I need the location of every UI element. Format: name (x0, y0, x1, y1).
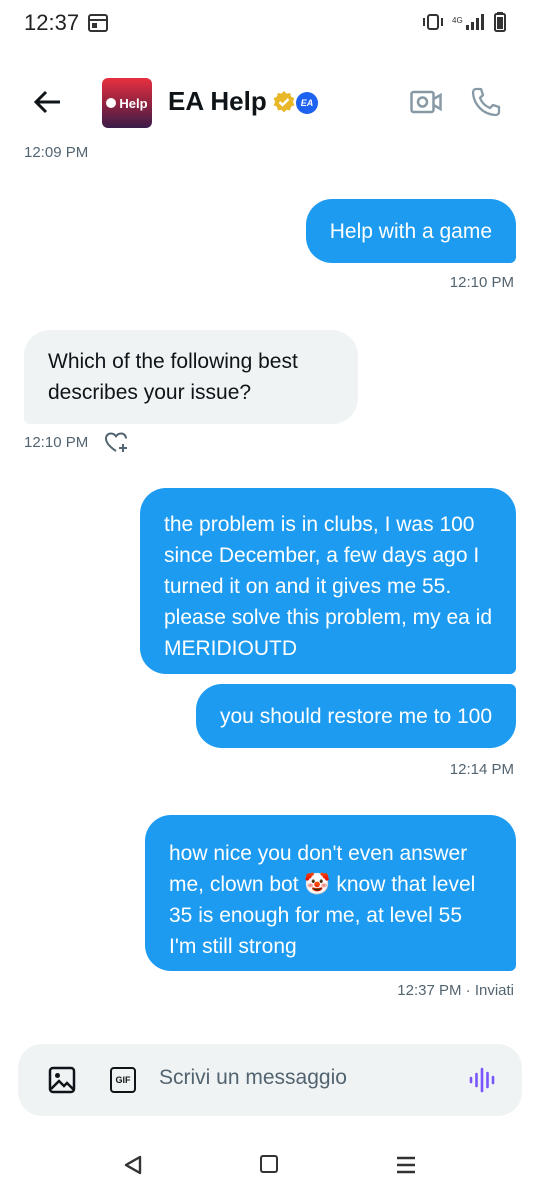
message-composer: GIF Scrivi un messaggio (18, 1044, 522, 1116)
message-timestamp-sent: 12:37 PM · Inviati (397, 982, 514, 999)
system-navigation-bar (0, 1136, 540, 1200)
nav-back-icon[interactable] (122, 1154, 144, 1181)
message-timestamp: 12:09 PM (24, 144, 89, 161)
outgoing-message[interactable]: the problem is in clubs, I was 100 since… (140, 488, 516, 674)
image-icon[interactable] (48, 1066, 76, 1099)
battery-icon (494, 12, 506, 37)
chat-header: Help EA Help EA (0, 70, 540, 134)
video-camera-icon[interactable] (410, 88, 442, 121)
gif-button[interactable]: GIF (110, 1067, 136, 1093)
nav-menu-icon[interactable] (396, 1155, 416, 1180)
outgoing-message[interactable]: you should restore me to 100 (196, 684, 516, 748)
nav-home-icon[interactable] (260, 1155, 278, 1173)
status-indicators: 4G (422, 12, 506, 37)
back-arrow-icon[interactable] (30, 84, 66, 120)
phone-icon[interactable] (470, 86, 502, 123)
message-timestamp: 12:10 PM (24, 434, 89, 451)
voice-message-icon[interactable] (468, 1065, 498, 1100)
vibrate-icon (422, 13, 444, 36)
incoming-message[interactable]: Which of the following best describes yo… (24, 330, 358, 424)
outgoing-message[interactable]: Help with a game (305, 199, 516, 263)
message-input[interactable]: Scrivi un messaggio (159, 1066, 347, 1090)
message-timestamp: 12:14 PM (449, 761, 514, 778)
ea-affiliate-badge: EA (296, 92, 318, 114)
signal-icon: 4G (452, 13, 486, 36)
outgoing-message[interactable]: how nice you don't even answer me, clown… (145, 815, 516, 971)
status-time: 12:37 (24, 10, 80, 35)
message-timestamp: 12:10 PM (449, 274, 514, 291)
add-reaction-icon[interactable] (104, 430, 130, 459)
verified-badge-icon (272, 90, 296, 119)
avatar-label: Help (119, 95, 148, 111)
ea-logo-dot (106, 98, 117, 108)
status-bar: 12:37 4G (0, 0, 540, 48)
avatar[interactable]: Help (102, 78, 152, 128)
calendar-icon (88, 14, 108, 37)
contact-name[interactable]: EA Help (168, 86, 267, 117)
network-label: 4G (452, 16, 463, 25)
